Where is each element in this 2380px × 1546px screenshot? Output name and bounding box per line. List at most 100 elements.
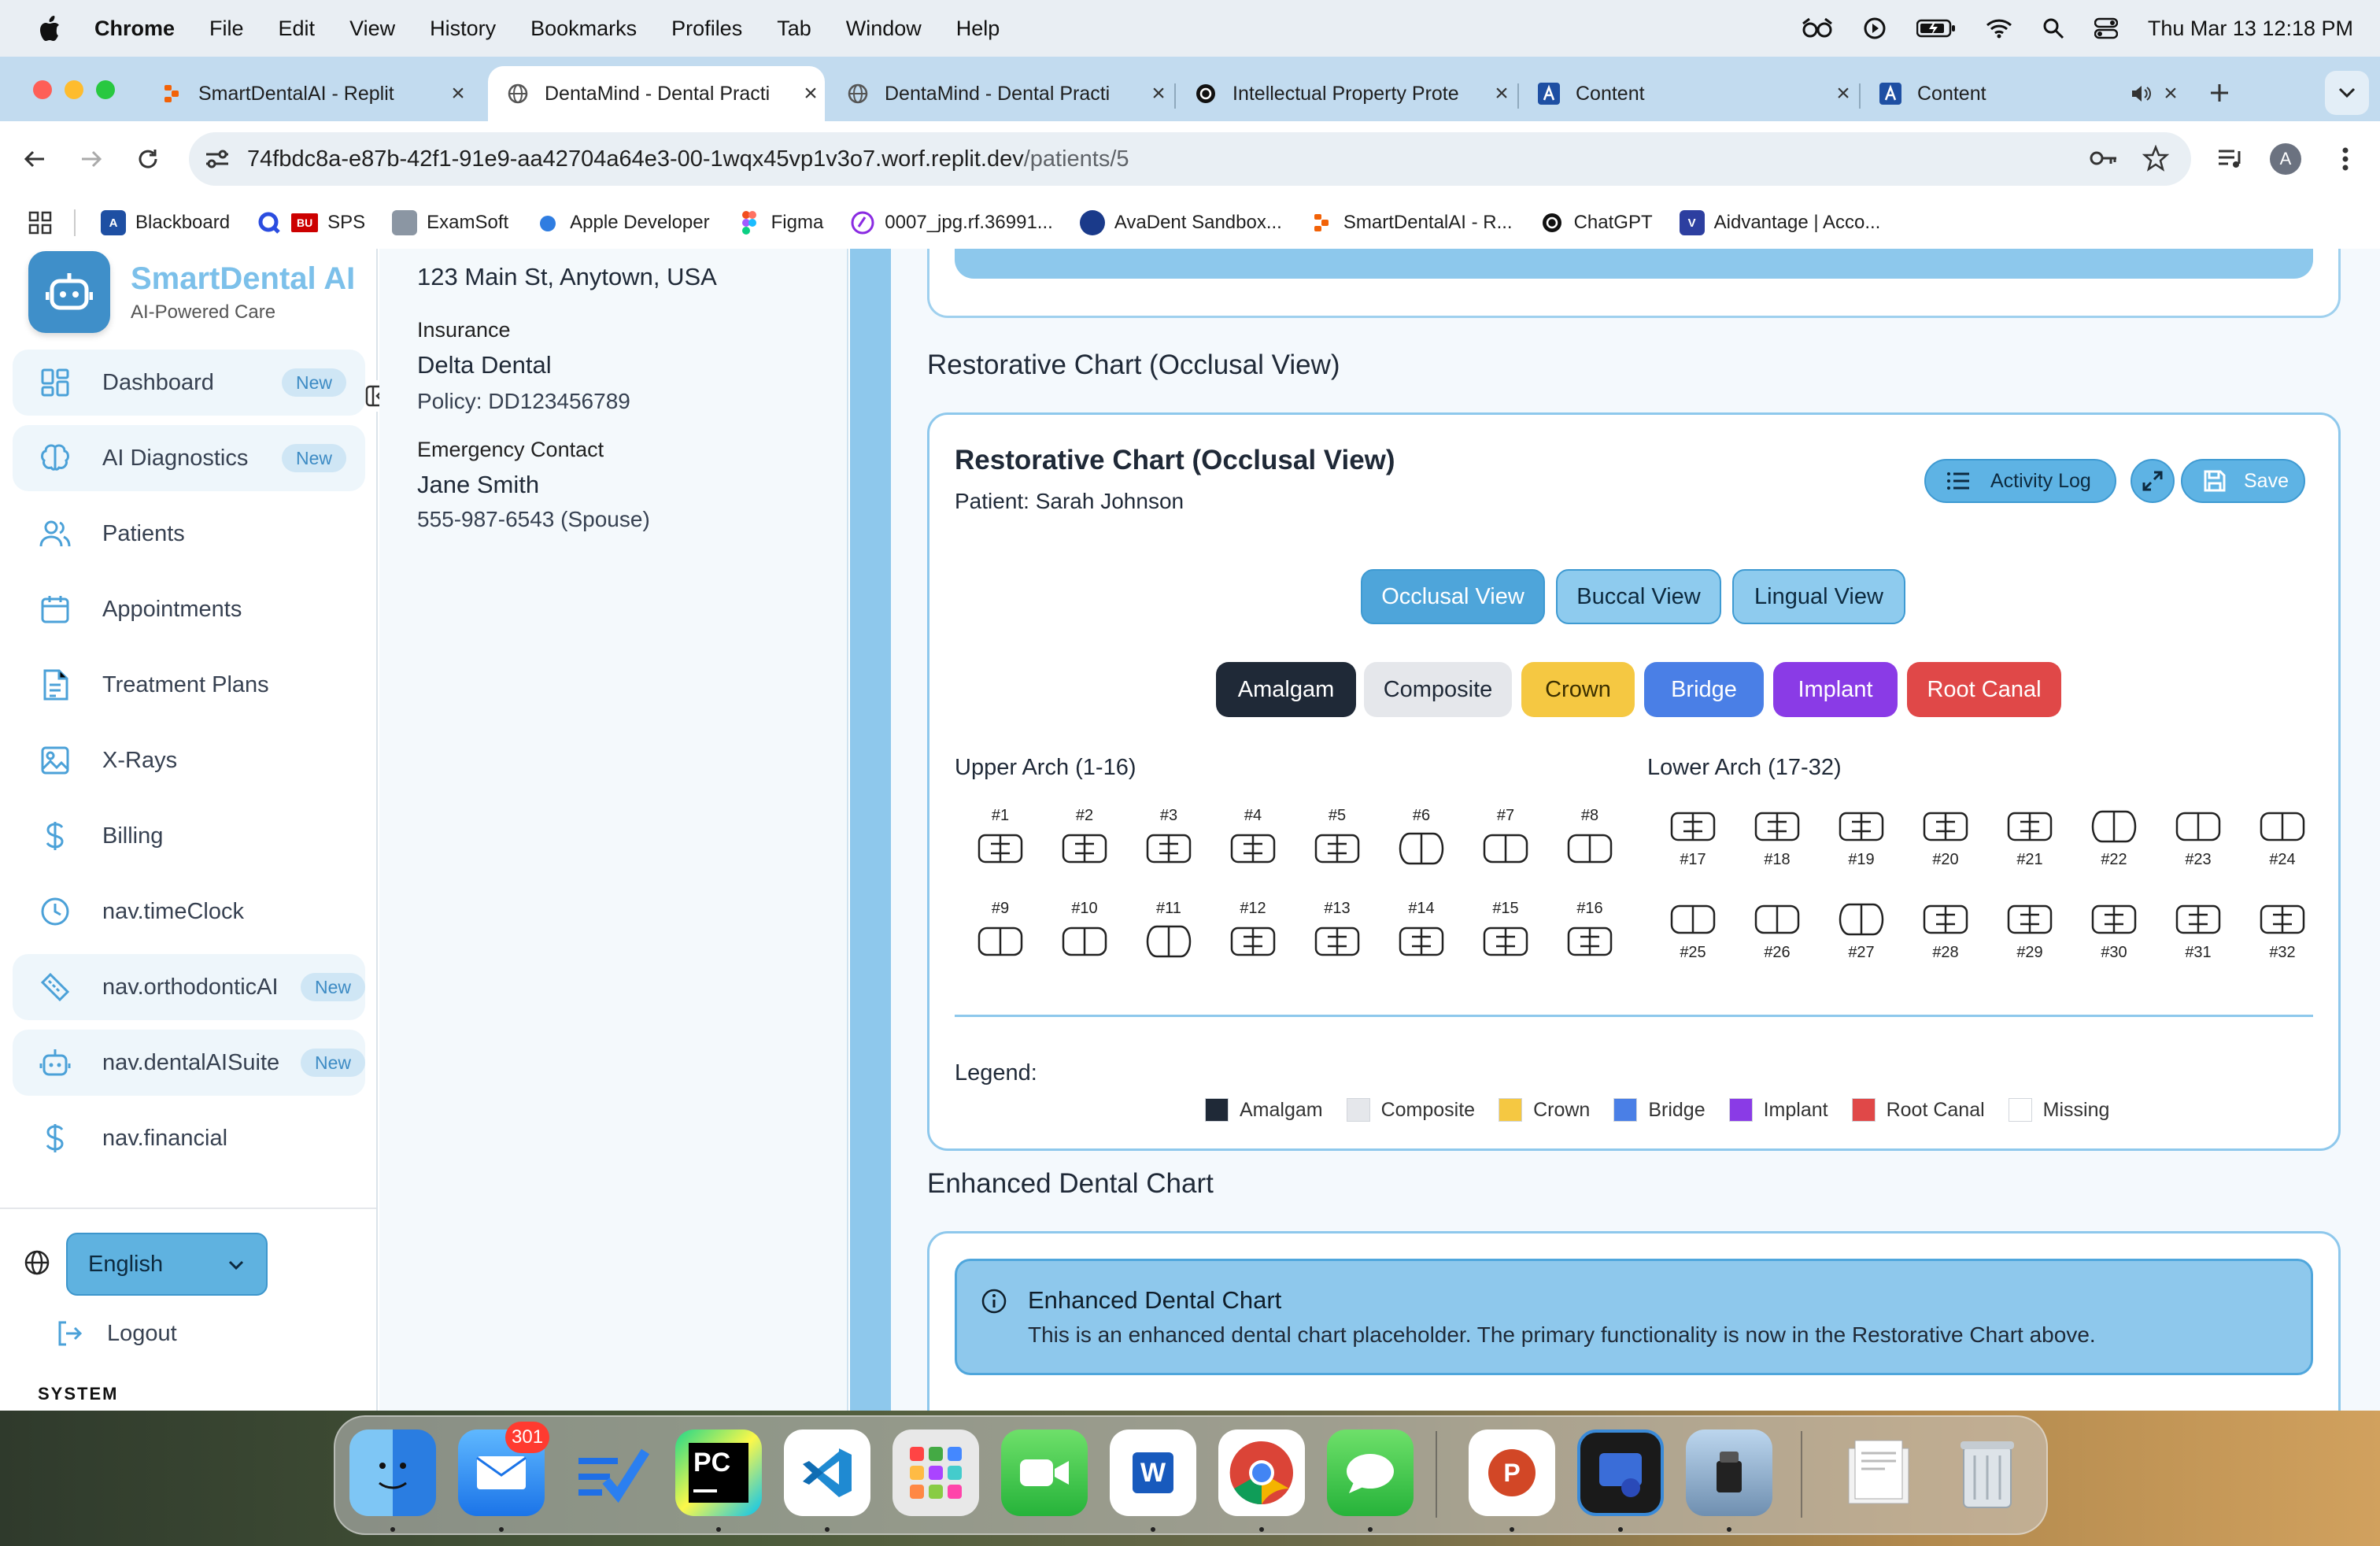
new-tab-plus-icon[interactable] [2202, 76, 2237, 110]
reload-icon[interactable] [129, 140, 167, 178]
sidebar-item-billing[interactable]: Billing [13, 803, 365, 869]
lingual-view-button[interactable]: Lingual View [1732, 569, 1905, 624]
tab-smartdentalai-replit[interactable]: SmartDentalAI - Replit × [142, 66, 472, 121]
tab-close-icon[interactable]: × [1829, 80, 1857, 107]
pycharm-icon[interactable]: PC [675, 1429, 762, 1516]
tooth-1[interactable]: #1 [975, 807, 1026, 873]
tab-search-chevron-icon[interactable] [2325, 71, 2369, 115]
trash-icon[interactable] [1944, 1429, 2031, 1516]
bookmark-figma[interactable]: Figma [737, 210, 823, 235]
menu-tab[interactable]: Tab [777, 17, 811, 41]
tab-content[interactable]: Content × [1519, 66, 1857, 121]
occlusal-view-button[interactable]: Occlusal View [1361, 569, 1545, 624]
tooth-27[interactable]: #27 [1836, 895, 1887, 961]
sidebar-item-orthodontic-ai[interactable]: nav.orthodonticAI New [13, 954, 365, 1020]
profile-avatar[interactable]: A [2267, 140, 2304, 178]
sidebar-item-dashboard[interactable]: Dashboard New [13, 350, 365, 416]
menu-profiles[interactable]: Profiles [671, 17, 742, 41]
bookmark-chatgpt[interactable]: ChatGPT [1539, 210, 1653, 235]
spotlight-search-icon[interactable] [2042, 17, 2064, 39]
image-capture-icon[interactable] [1686, 1429, 1772, 1516]
menu-help[interactable]: Help [956, 17, 1000, 41]
tooth-13[interactable]: #13 [1312, 900, 1362, 966]
tab-dentamind[interactable]: DentaMind - Dental Practi × [828, 66, 1173, 121]
sidebar-item-x-rays[interactable]: X-Rays [13, 727, 365, 793]
window-close-button[interactable] [33, 80, 52, 99]
menu-history[interactable]: History [430, 17, 496, 41]
material-amalgam-button[interactable]: Amalgam [1216, 662, 1356, 717]
window-zoom-button[interactable] [96, 80, 115, 99]
document-stack-icon[interactable] [1835, 1429, 1922, 1516]
sidebar-item-treatment-plans[interactable]: Treatment Plans [13, 652, 365, 718]
tooth-19[interactable]: #19 [1836, 802, 1887, 868]
focus-mode-icon[interactable] [1802, 17, 1833, 39]
language-dropdown[interactable]: English [66, 1233, 268, 1296]
tooth-7[interactable]: #7 [1480, 807, 1531, 873]
window-minimize-button[interactable] [65, 80, 83, 99]
tab-close-icon[interactable]: × [1144, 80, 1173, 107]
tooth-18[interactable]: #18 [1752, 802, 1802, 868]
tooth-16[interactable]: #16 [1565, 900, 1615, 966]
tooth-14[interactable]: #14 [1396, 900, 1447, 966]
control-center-icon[interactable] [2094, 17, 2118, 39]
word-icon[interactable]: W [1110, 1429, 1196, 1516]
facetime-icon[interactable] [1001, 1429, 1088, 1516]
menu-edit[interactable]: Edit [279, 17, 316, 41]
bookmark-examsoft[interactable]: ExamSoft [392, 210, 508, 235]
tab-close-icon[interactable]: × [2156, 80, 2185, 107]
tooth-26[interactable]: #26 [1752, 895, 1802, 961]
vscode-icon[interactable] [784, 1429, 870, 1516]
sidebar-item-appointments[interactable]: Appointments [13, 576, 365, 642]
apple-menu-icon[interactable] [28, 11, 71, 46]
logout-button[interactable]: Logout [55, 1319, 177, 1348]
site-settings-icon[interactable] [205, 148, 230, 170]
chrome-icon[interactable] [1218, 1429, 1305, 1516]
password-key-icon[interactable] [2089, 148, 2119, 175]
forward-arrow-icon[interactable] [72, 140, 110, 178]
tooth-32[interactable]: #32 [2257, 895, 2308, 961]
material-composite-button[interactable]: Composite [1364, 662, 1512, 717]
bookmark-roboflow-image[interactable]: 0007_jpg.rf.36991... [850, 210, 1053, 235]
tooth-5[interactable]: #5 [1312, 807, 1362, 873]
address-bar[interactable]: 74fbdc8a-e87b-42f1-91e9-aa42704a64e3-00-… [189, 132, 2191, 186]
chrome-menu-icon[interactable] [2326, 140, 2364, 178]
tab-intellectual-property[interactable]: Intellectual Property Prote × [1176, 66, 1516, 121]
tooth-28[interactable]: #28 [1920, 895, 1971, 961]
tooth-29[interactable]: #29 [2005, 895, 2055, 961]
material-crown-button[interactable]: Crown [1521, 662, 1635, 717]
tooth-2[interactable]: #2 [1059, 807, 1110, 873]
sidebar-item-financial[interactable]: nav.financial [13, 1105, 365, 1171]
wifi-icon[interactable] [1986, 18, 2012, 39]
finder-icon[interactable] [349, 1429, 436, 1516]
preview-icon[interactable] [1577, 1429, 1664, 1516]
tab-dentamind-active[interactable]: DentaMind - Dental Practi × [488, 66, 825, 121]
material-root-canal-button[interactable]: Root Canal [1907, 662, 2061, 717]
tooth-25[interactable]: #25 [1668, 895, 1718, 961]
tooth-30[interactable]: #30 [2089, 895, 2139, 961]
tooth-6[interactable]: #6 [1396, 807, 1447, 873]
tooth-3[interactable]: #3 [1144, 807, 1194, 873]
tooth-4[interactable]: #4 [1228, 807, 1278, 873]
tooth-21[interactable]: #21 [2005, 802, 2055, 868]
tooth-20[interactable]: #20 [1920, 802, 1971, 868]
menu-view[interactable]: View [349, 17, 395, 41]
sidebar-item-dental-ai-suite[interactable]: nav.dentalAISuite New [13, 1030, 365, 1096]
bookmark-blackboard[interactable]: A Blackboard [101, 210, 230, 235]
powerpoint-icon[interactable]: P [1469, 1429, 1555, 1516]
tooth-9[interactable]: #9 [975, 900, 1026, 966]
tooth-11[interactable]: #11 [1144, 900, 1194, 966]
sidebar-item-time-clock[interactable]: nav.timeClock [13, 878, 365, 945]
now-playing-icon[interactable] [1863, 17, 1887, 40]
bookmark-avadent[interactable]: AvaDent Sandbox... [1079, 210, 1282, 235]
back-arrow-icon[interactable] [16, 140, 54, 178]
tooth-8[interactable]: #8 [1565, 807, 1615, 873]
material-implant-button[interactable]: Implant [1773, 662, 1898, 717]
tab-close-icon[interactable]: × [1488, 80, 1516, 107]
menu-file[interactable]: File [209, 17, 244, 41]
apps-grid-icon[interactable] [28, 211, 52, 235]
messages-icon[interactable] [1327, 1429, 1414, 1516]
tooth-22[interactable]: #22 [2089, 802, 2139, 868]
bookmark-apple-developer[interactable]: Apple Developer [535, 210, 710, 235]
save-button[interactable]: Save [2181, 459, 2305, 503]
menu-bar-clock[interactable]: Thu Mar 13 12:18 PM [2148, 17, 2353, 41]
